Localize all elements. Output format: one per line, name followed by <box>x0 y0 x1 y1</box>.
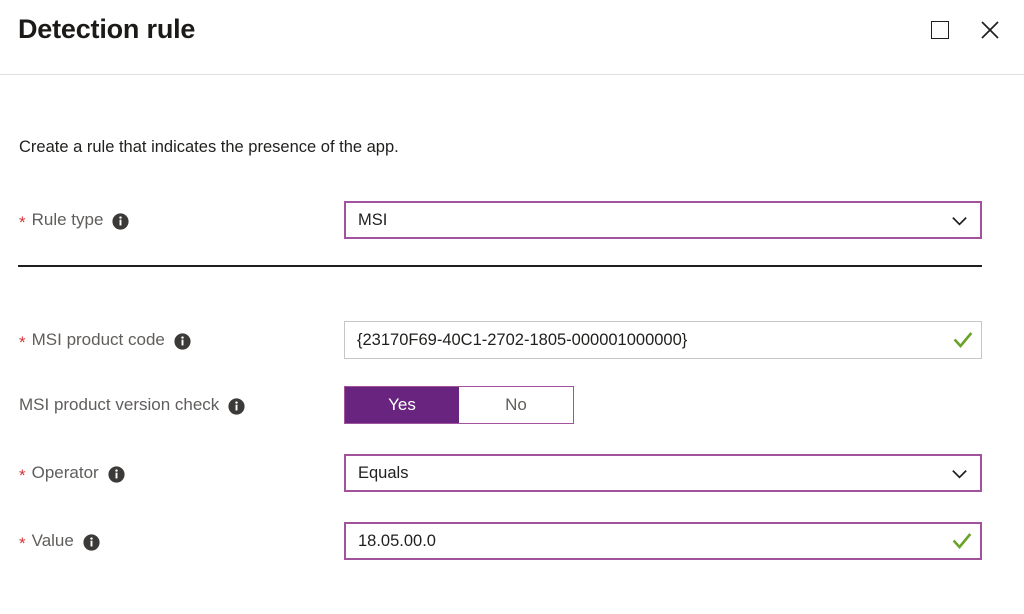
operator-value: Equals <box>358 463 409 482</box>
operator-label: * Operator <box>19 463 125 485</box>
page-title: Detection rule <box>18 14 196 44</box>
form-description: Create a rule that indicates the presenc… <box>19 138 399 156</box>
info-icon[interactable] <box>108 465 125 483</box>
chevron-down-icon <box>942 211 976 230</box>
form-row-operator: * Operator Equals <box>0 453 1024 493</box>
form-row-rule-type: * Rule type MSI <box>0 200 1024 240</box>
info-icon[interactable] <box>112 212 130 230</box>
label-text: MSI product version check <box>19 395 220 414</box>
section-divider <box>18 265 982 267</box>
msi-product-code-value: {23170F69-40C1-2702-1805-000001000000} <box>357 330 688 349</box>
close-button[interactable] <box>968 10 1012 50</box>
maximize-icon <box>931 21 949 39</box>
required-indicator: * <box>19 533 26 553</box>
msi-product-version-check-toggle: Yes No <box>344 386 574 424</box>
form-row-value: * Value 18.05.00.0 <box>0 521 1024 561</box>
rule-type-dropdown[interactable]: MSI <box>344 201 982 239</box>
info-icon[interactable] <box>174 332 191 350</box>
required-indicator: * <box>19 332 26 352</box>
value-text: 18.05.00.0 <box>358 531 436 550</box>
info-icon[interactable] <box>83 533 100 551</box>
maximize-button[interactable] <box>918 10 962 50</box>
check-icon <box>944 530 980 552</box>
label-text: MSI product code <box>31 330 165 349</box>
chevron-down-icon <box>942 464 976 483</box>
window-controls <box>918 10 1012 50</box>
check-icon <box>945 329 981 351</box>
msi-product-code-label: * MSI product code <box>19 330 191 352</box>
toggle-option-yes[interactable]: Yes <box>345 387 459 423</box>
msi-product-code-input[interactable]: {23170F69-40C1-2702-1805-000001000000} <box>344 321 982 359</box>
close-icon <box>981 21 999 39</box>
required-indicator: * <box>19 212 26 232</box>
value-input[interactable]: 18.05.00.0 <box>344 522 982 560</box>
msi-product-version-check-label: MSI product version check <box>19 395 245 415</box>
panel-header: Detection rule <box>0 0 1024 75</box>
label-text: Rule type <box>31 210 104 229</box>
form-row-msi-product-code: * MSI product code {23170F69-40C1-2702-1… <box>0 320 1024 360</box>
toggle-option-no[interactable]: No <box>459 387 573 423</box>
rule-type-value: MSI <box>358 210 388 229</box>
value-label: * Value <box>19 531 100 553</box>
operator-dropdown[interactable]: Equals <box>344 454 982 492</box>
required-indicator: * <box>19 465 26 485</box>
label-text: Value <box>31 531 74 550</box>
form-row-msi-product-version-check: MSI product version check Yes No <box>0 385 1024 425</box>
label-text: Operator <box>31 463 99 482</box>
info-icon[interactable] <box>228 397 245 415</box>
rule-type-label: * Rule type <box>19 210 130 232</box>
